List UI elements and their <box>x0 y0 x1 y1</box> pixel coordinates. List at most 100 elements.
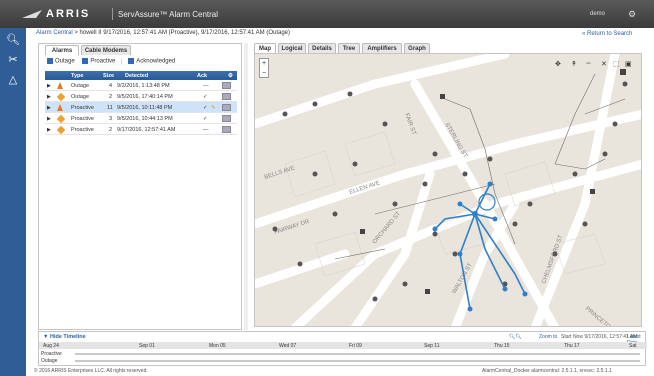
alarm-size: 2 <box>109 94 113 100</box>
alarm-detected: 9/17/2016, 12:57:41 AM <box>117 127 176 133</box>
timeline-bar[interactable] <box>75 360 640 362</box>
table-row[interactable]: ▶ Proactive 3 9/5/2016, 10:44:13 PM ✓ <box>45 113 237 124</box>
timeline-tick: Sep 11 <box>424 343 440 349</box>
map-panel: Map Logical Details Tree Amplifiers Grap… <box>252 43 646 330</box>
tab-map[interactable]: Map <box>254 43 276 53</box>
alarm-ack: ✓ <box>203 94 208 100</box>
warning-icon <box>57 82 63 89</box>
row-action-button[interactable] <box>222 104 231 111</box>
tab-details[interactable]: Details <box>308 43 336 53</box>
alarms-panel: Alarms Cable Modems Outage Proactive | A… <box>38 43 242 330</box>
tab-alarms[interactable]: Alarms <box>45 45 79 55</box>
row-action-button[interactable] <box>222 115 231 122</box>
alarm-size: 3 <box>109 116 113 122</box>
alarm-type: Proactive <box>71 116 94 122</box>
row-action-button[interactable] <box>222 82 231 89</box>
table-header: Type Size Detected Ack ⚙ <box>45 71 237 80</box>
zoom-magnifier-icon[interactable]: 🔍︎🔍︎ <box>509 334 522 340</box>
expand-arrow-icon[interactable]: ▶ <box>47 105 51 111</box>
settings-gear-icon[interactable]: ⚙ <box>628 9 636 20</box>
alarm-size: 2 <box>109 127 113 133</box>
left-navigation: 🔍︎ ✂ △ <box>0 28 26 376</box>
measure-icon[interactable]: ⇔ <box>585 60 592 67</box>
map-canvas[interactable]: STERLING ST FAIR ST BELLS AVE ELLEN AVE … <box>254 53 642 327</box>
proactive-checkbox[interactable] <box>82 58 89 64</box>
breadcrumb: Alarm Central > howell II 9/17/2016, 12:… <box>36 30 646 40</box>
brand-name: ARRIS <box>46 8 91 20</box>
timeline-row-outage: Outage <box>39 358 647 364</box>
left-tabs: Alarms Cable Modems <box>45 45 235 55</box>
tab-logical[interactable]: Logical <box>278 43 306 53</box>
warning-icon <box>57 104 63 111</box>
panel-splitter[interactable] <box>244 43 248 330</box>
zoom-to-label[interactable]: Zoom to <box>539 334 557 340</box>
zoom-out-button[interactable]: − <box>260 69 268 79</box>
table-row[interactable]: ▶ Proactive 11 9/5/2016, 10:11:48 PM ✓ ✎ <box>45 102 237 113</box>
timeline-tick: Aug 24 <box>43 343 59 349</box>
tab-graph[interactable]: Graph <box>404 43 430 53</box>
col-ack-header[interactable]: Ack <box>197 73 207 79</box>
alarm-type: Proactive <box>71 127 94 133</box>
timeline-row-label: Outage <box>41 358 58 364</box>
search-icon[interactable]: 🔍︎ <box>0 30 26 50</box>
col-type-header[interactable]: Type <box>71 73 83 79</box>
copyright-text: © 2016 ARRIS Enterprises LLC. All rights… <box>34 368 148 374</box>
proactive-filter-label: Proactive <box>90 58 116 65</box>
header-divider <box>112 8 113 20</box>
pin-icon[interactable]: ↟ <box>571 60 577 68</box>
edit-note-icon[interactable]: ✎ <box>211 105 216 111</box>
timeline-tick: Fri 09 <box>349 343 362 349</box>
version-text: AlarmCentral_Docker alarmcentral: 2.5.1.… <box>482 368 612 374</box>
filter-bar: Outage Proactive | Acknowledged <box>47 58 175 68</box>
alarm-size: 11 <box>107 105 113 111</box>
tab-cable-modems[interactable]: Cable Modems <box>81 45 131 55</box>
fullscreen-icon[interactable]: ▣ <box>625 60 632 68</box>
zoom-in-button[interactable]: + <box>260 59 268 69</box>
tab-amplifiers[interactable]: Amplifiers <box>362 43 402 53</box>
street-label: FAIRWAY DR <box>274 219 311 236</box>
acknowledged-checkbox[interactable] <box>128 58 135 64</box>
expand-arrow-icon[interactable]: ▶ <box>47 116 51 122</box>
table-settings-icon[interactable]: ⚙ <box>228 73 233 79</box>
table-row[interactable]: ▶ Outage 4 9/2/2016, 1:13:48 PM — <box>45 80 237 91</box>
timeline-tick: Wed 07 <box>279 343 297 349</box>
alarm-ack: ✓ <box>203 105 208 111</box>
expand-arrow-icon[interactable]: ▶ <box>47 94 51 100</box>
pan-icon[interactable]: ✥ <box>555 60 561 68</box>
street-label: BELLS AVE <box>264 165 296 180</box>
filter-divider: | <box>121 58 123 65</box>
alarm-size: 4 <box>109 83 113 89</box>
alarm-detected: 9/5/2016, 10:44:13 PM <box>117 116 173 122</box>
outage-filter-label: Outage <box>55 58 75 65</box>
row-action-button[interactable] <box>222 126 231 133</box>
row-action-button[interactable] <box>222 93 231 100</box>
app-title: ServAssure™ Alarm Central <box>118 10 219 19</box>
hide-timeline-toggle[interactable]: ▼ Hide Timeline <box>43 334 86 340</box>
timeline-bar[interactable] <box>75 353 640 355</box>
timeline-panel: ▼ Hide Timeline 🔍︎🔍︎ Zoom to Start Now 9… <box>38 331 647 366</box>
alarm-detected: 9/5/2016, 17:40:14 PM <box>117 94 173 100</box>
bell-icon[interactable]: △ <box>0 70 26 90</box>
table-row[interactable]: ▶ Proactive 2 9/17/2016, 12:57:41 AM — <box>45 124 237 135</box>
select-icon[interactable]: ⬚ <box>613 60 620 68</box>
timeline-range: Start Now 9/17/2016, 12:57:41 AM <box>561 334 638 340</box>
expand-arrow-icon[interactable]: ▶ <box>47 127 51 133</box>
layers-icon[interactable]: ✕ <box>601 60 607 68</box>
timeline-tick: Sat <box>629 343 637 349</box>
return-to-search-link[interactable]: « Return to Search <box>582 31 632 37</box>
timeline-row-proactive: Proactive <box>39 351 647 357</box>
tools-icon[interactable]: ✂ <box>0 50 26 70</box>
breadcrumb-root-link[interactable]: Alarm Central <box>36 30 73 36</box>
tab-tree[interactable]: Tree <box>338 43 360 53</box>
col-detected-header[interactable]: Detected <box>125 73 148 79</box>
alarm-detected: 9/5/2016, 10:11:48 PM <box>117 105 173 111</box>
outage-checkbox[interactable] <box>47 58 53 64</box>
user-name[interactable]: demo <box>590 11 605 17</box>
breadcrumb-separator: > <box>74 30 78 36</box>
diamond-alert-icon <box>56 92 66 101</box>
expand-arrow-icon[interactable]: ▶ <box>47 83 51 89</box>
table-row[interactable]: ▶ Outage 2 9/5/2016, 17:40:14 PM ✓ <box>45 91 237 102</box>
alarm-type: Outage <box>71 94 90 100</box>
top-bar: ARRIS ServAssure™ Alarm Central demo ⚙ <box>0 0 654 28</box>
col-size-header[interactable]: Size <box>103 73 114 79</box>
